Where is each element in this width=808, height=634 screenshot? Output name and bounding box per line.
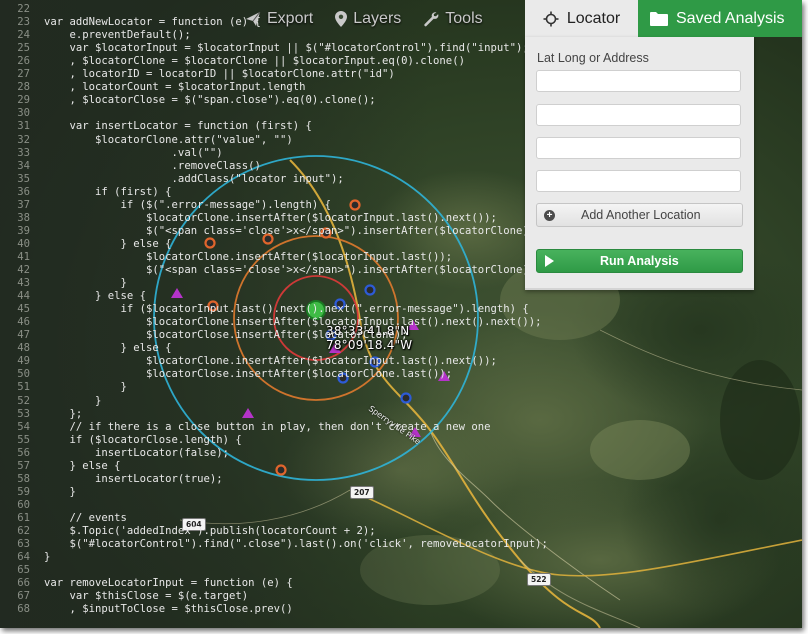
route-shield-522: 522 — [527, 573, 551, 586]
coordinate-longitude: 78°09'18.4"W — [326, 338, 413, 352]
tools-tool[interactable]: Tools — [423, 10, 483, 28]
locator-panel: Lat Long or Address + Add Another Locati… — [525, 37, 754, 290]
locator-input-2[interactable] — [536, 104, 741, 126]
export-tool[interactable]: Export — [245, 10, 313, 28]
locator-input-4[interactable] — [536, 170, 741, 192]
wrench-icon — [424, 12, 439, 27]
tools-label: Tools — [445, 10, 483, 27]
paper-plane-icon — [246, 11, 261, 26]
tab-locator[interactable]: Locator — [525, 0, 638, 37]
locator-input-3[interactable] — [536, 137, 741, 159]
add-location-button[interactable]: + Add Another Location — [536, 203, 743, 227]
plus-circle-icon: + — [544, 209, 555, 221]
map-pin-icon — [335, 11, 348, 27]
app-frame: 38°33'41.8"N 78°09'18.4"W Sperryville Pi… — [0, 0, 802, 628]
locator-input-1[interactable] — [536, 70, 741, 92]
locator-field-label: Lat Long or Address — [537, 51, 649, 65]
tab-saved-analysis[interactable]: Saved Analysis — [638, 0, 802, 37]
tab-saved-label: Saved Analysis — [676, 9, 785, 27]
crosshair-icon — [543, 11, 559, 26]
layers-tool[interactable]: Layers — [335, 10, 401, 28]
export-label: Export — [267, 10, 314, 27]
run-analysis-button[interactable]: Run Analysis — [536, 249, 743, 273]
play-icon — [545, 255, 554, 267]
route-shield-207: 207 — [350, 486, 374, 499]
route-shield-604: 604 — [182, 518, 206, 531]
layers-label: Layers — [353, 10, 402, 27]
coordinate-latitude: 38°33'41.8"N — [326, 324, 410, 338]
map-toolbar: Export Layers Tools — [245, 0, 525, 38]
center-marker — [306, 300, 326, 320]
add-location-label: Add Another Location — [581, 208, 701, 222]
run-analysis-label: Run Analysis — [600, 254, 679, 268]
folder-icon — [650, 12, 668, 26]
tab-locator-label: Locator — [566, 9, 621, 27]
